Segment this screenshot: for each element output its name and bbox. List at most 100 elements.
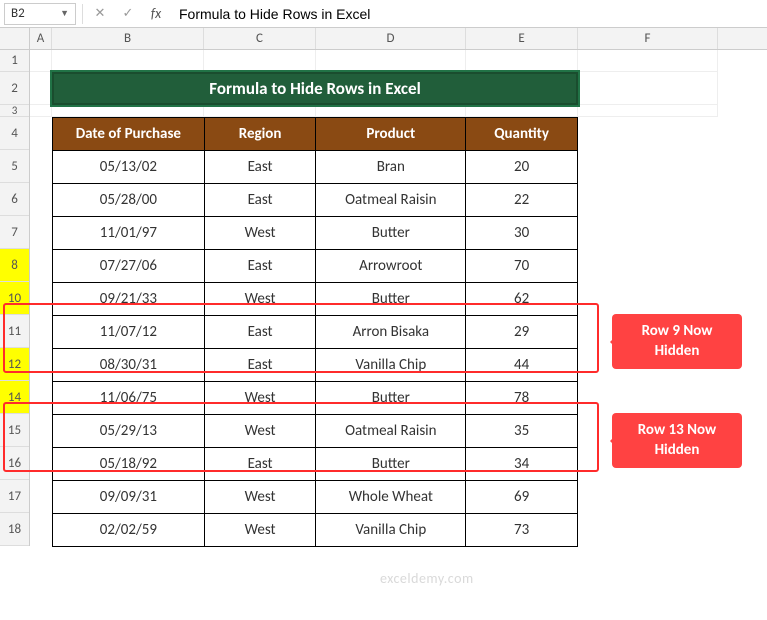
cell[interactable]: Butter [316, 217, 466, 250]
row-header-5[interactable]: 5 [0, 150, 29, 183]
header-product[interactable]: Product [316, 118, 466, 151]
cell[interactable]: Oatmeal Raisin [316, 415, 466, 448]
cell[interactable]: 20 [466, 151, 578, 184]
cell[interactable]: West [204, 514, 316, 547]
callout-row9: Row 9 Now Hidden [612, 314, 742, 369]
cell[interactable]: 11/01/97 [53, 217, 205, 250]
cell[interactable]: 02/02/59 [53, 514, 205, 547]
header-quantity[interactable]: Quantity [466, 118, 578, 151]
cell[interactable]: Whole Wheat [316, 481, 466, 514]
row-header-10[interactable]: 10 [0, 282, 29, 315]
cell[interactable]: 11/07/12 [53, 316, 205, 349]
cell[interactable]: East [204, 250, 316, 283]
row-header-8[interactable]: 8 [0, 249, 29, 282]
col-header-B[interactable]: B [52, 28, 204, 49]
cell[interactable]: 08/30/31 [53, 349, 205, 382]
cell[interactable]: 44 [466, 349, 578, 382]
cell[interactable]: 22 [466, 184, 578, 217]
cell[interactable]: 05/13/02 [53, 151, 205, 184]
grid: 123456781011121415161718 Formula to Hide… [0, 50, 767, 546]
column-headers: A B C D E F [0, 28, 767, 50]
col-header-E[interactable]: E [466, 28, 578, 49]
table-row: 08/30/31EastVanilla Chip44 [53, 349, 578, 382]
cell[interactable]: East [204, 316, 316, 349]
table-row: 05/29/13WestOatmeal Raisin35 [53, 415, 578, 448]
cell[interactable]: West [204, 283, 316, 316]
cell[interactable]: 05/18/92 [53, 448, 205, 481]
row-header-12[interactable]: 12 [0, 348, 29, 381]
cell[interactable]: Butter [316, 448, 466, 481]
col-header-F[interactable]: F [578, 28, 718, 49]
row-header-6[interactable]: 6 [0, 183, 29, 216]
cell[interactable]: 09/09/31 [53, 481, 205, 514]
cell[interactable]: East [204, 151, 316, 184]
cell[interactable]: 78 [466, 382, 578, 415]
table-row: 11/07/12EastArron Bisaka29 [53, 316, 578, 349]
row-header-17[interactable]: 17 [0, 480, 29, 513]
cell[interactable]: 05/28/00 [53, 184, 205, 217]
col-header-C[interactable]: C [204, 28, 316, 49]
select-all-corner[interactable] [0, 28, 30, 49]
row-header-3[interactable]: 3 [0, 105, 29, 117]
name-box[interactable]: B2 ▼ [4, 3, 76, 25]
cell[interactable]: 30 [466, 217, 578, 250]
row-header-7[interactable]: 7 [0, 216, 29, 249]
cell[interactable]: East [204, 448, 316, 481]
row-header-4[interactable]: 4 [0, 117, 29, 150]
col-header-D[interactable]: D [316, 28, 466, 49]
cell[interactable]: Vanilla Chip [316, 514, 466, 547]
cells-area[interactable]: Formula to Hide Rows in Excel Date of Pu… [30, 50, 767, 546]
cell[interactable]: 11/06/75 [53, 382, 205, 415]
cell[interactable]: 70 [466, 250, 578, 283]
cell[interactable]: 35 [466, 415, 578, 448]
name-box-value: B2 [11, 6, 25, 21]
cell[interactable]: Butter [316, 283, 466, 316]
divider [82, 4, 83, 24]
cancel-formula-button[interactable]: ✕ [89, 3, 111, 25]
chevron-down-icon[interactable]: ▼ [60, 8, 69, 19]
cell[interactable]: Arron Bisaka [316, 316, 466, 349]
cell[interactable]: Oatmeal Raisin [316, 184, 466, 217]
callout-row13: Row 13 Now Hidden [612, 413, 742, 468]
cell[interactable]: 09/21/33 [53, 283, 205, 316]
cell[interactable]: East [204, 184, 316, 217]
header-region[interactable]: Region [204, 118, 316, 151]
table-row: 11/01/97WestButter30 [53, 217, 578, 250]
row-header-14[interactable]: 14 [0, 381, 29, 414]
table-header-row: Date of Purchase Region Product Quantity [53, 118, 578, 151]
row-header-2[interactable]: 2 [0, 72, 29, 105]
cell[interactable]: 69 [466, 481, 578, 514]
row-header-16[interactable]: 16 [0, 447, 29, 480]
table-row: 11/06/75WestButter78 [53, 382, 578, 415]
watermark: exceldemy.com [380, 570, 474, 587]
cell[interactable]: 62 [466, 283, 578, 316]
confirm-formula-button[interactable]: ✓ [117, 3, 139, 25]
table-row: 05/18/92EastButter34 [53, 448, 578, 481]
cell[interactable]: West [204, 217, 316, 250]
col-header-A[interactable]: A [30, 28, 52, 49]
row-header-15[interactable]: 15 [0, 414, 29, 447]
cell[interactable]: Arrowroot [316, 250, 466, 283]
table-row: 07/27/06EastArrowroot70 [53, 250, 578, 283]
cell[interactable]: 29 [466, 316, 578, 349]
cell[interactable]: West [204, 382, 316, 415]
cell[interactable]: West [204, 415, 316, 448]
cell[interactable]: Butter [316, 382, 466, 415]
title-cell[interactable]: Formula to Hide Rows in Excel [52, 72, 578, 105]
cell[interactable]: West [204, 481, 316, 514]
fx-icon[interactable]: fx [145, 3, 167, 25]
cell[interactable]: 34 [466, 448, 578, 481]
row-header-1[interactable]: 1 [0, 50, 29, 72]
cell[interactable]: 73 [466, 514, 578, 547]
row-header-18[interactable]: 18 [0, 513, 29, 546]
formula-bar: B2 ▼ ✕ ✓ fx [0, 0, 767, 28]
table-row: 05/13/02EastBran20 [53, 151, 578, 184]
row-header-11[interactable]: 11 [0, 315, 29, 348]
header-date[interactable]: Date of Purchase [53, 118, 205, 151]
cell[interactable]: Bran [316, 151, 466, 184]
cell[interactable]: 07/27/06 [53, 250, 205, 283]
cell[interactable]: Vanilla Chip [316, 349, 466, 382]
cell[interactable]: 05/29/13 [53, 415, 205, 448]
cell[interactable]: East [204, 349, 316, 382]
formula-input[interactable] [173, 3, 763, 25]
